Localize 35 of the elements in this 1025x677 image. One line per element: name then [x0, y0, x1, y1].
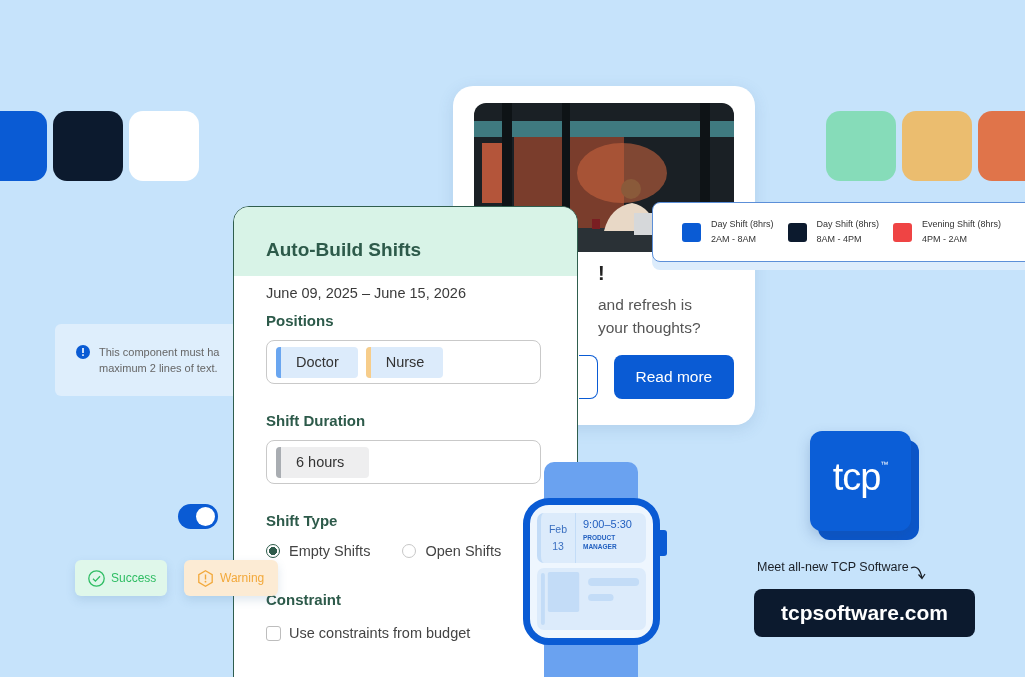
input-field[interactable]: Doctor Nurse	[266, 340, 541, 384]
field-label: Shift Duration	[266, 412, 366, 429]
field-label: Shift Type	[266, 512, 338, 529]
article-title: !	[598, 262, 605, 285]
watch-month: Feb	[548, 522, 568, 537]
radio-label[interactable]: Empty Shifts	[289, 543, 371, 559]
shift-name: Day Shift (8hrs)	[711, 218, 774, 231]
shift-name: Evening Shift (8hrs)	[922, 218, 1002, 231]
shift-time: 4PM - 2AM	[922, 233, 969, 246]
logo-text: tcp	[832, 456, 881, 498]
radio-label[interactable]: Open Shifts	[425, 543, 502, 559]
badge-label: Warning	[220, 571, 265, 585]
field-label: Constraint	[266, 591, 341, 608]
watch-time: 9:00–5:30	[583, 518, 632, 530]
promo-caption: Meet all-new TCP Software	[757, 560, 909, 574]
date-range: June 09, 2025 – June 15, 2026	[266, 285, 466, 301]
chip[interactable]: Doctor	[276, 346, 358, 378]
read-more-button[interactable]: Read more	[613, 355, 734, 399]
input-field[interactable]: 6 hours	[266, 440, 541, 484]
badge-label: Success	[111, 571, 157, 585]
info-text: This component must ha	[99, 345, 220, 360]
article-text: and refresh is	[598, 295, 692, 315]
shift-time: 2AM - 8AM	[711, 233, 757, 246]
website-link[interactable]: tcpsoftware.com	[754, 589, 975, 637]
shift-time: 8AM - 4PM	[816, 233, 863, 246]
field-label: Positions	[266, 312, 334, 329]
shift-name: Day Shift (8hrs)	[816, 218, 880, 231]
info-text: maximum 2 lines of text.	[99, 361, 219, 376]
trademark-mark: ™	[880, 460, 889, 469]
chip[interactable]: 6 hours	[276, 446, 370, 478]
chip[interactable]: Nurse	[365, 346, 444, 378]
watch-day: 13	[552, 538, 564, 555]
checkbox-label[interactable]: Use constraints from budget	[289, 625, 471, 641]
article-text: your thoughts?	[598, 318, 701, 338]
card-title: Auto-Build Shifts	[266, 238, 422, 261]
